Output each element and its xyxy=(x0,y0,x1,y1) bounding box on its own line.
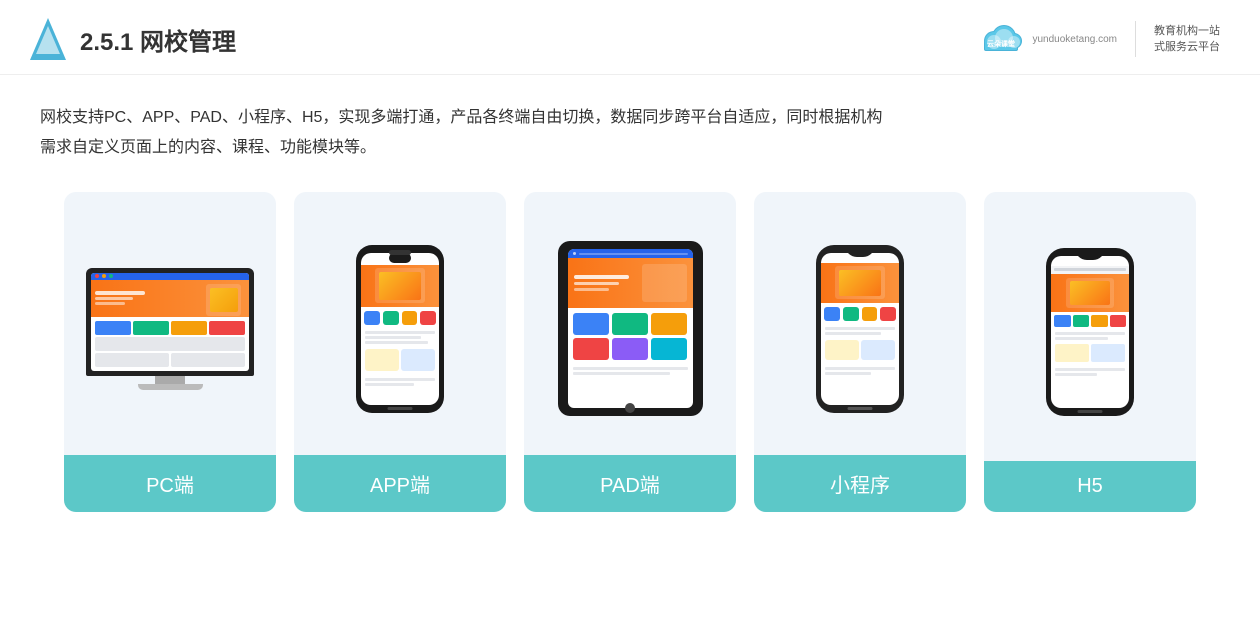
app-label-area: APP端 xyxy=(294,455,506,512)
platform-card-miniapp: 小程序 xyxy=(754,192,966,512)
brand-logo: 云朵课堂 yunduoketang.com xyxy=(976,19,1117,59)
brand-tagline: 教育机构一站 式服务云平台 xyxy=(1154,23,1220,56)
platform-card-app: APP端 xyxy=(294,192,506,512)
platform-card-h5: H5 xyxy=(984,192,1196,512)
brand-text: yunduoketang.com xyxy=(1032,33,1117,46)
header-left: 2.5.1 网校管理 xyxy=(30,18,236,60)
header: 2.5.1 网校管理 xyxy=(0,0,1260,75)
miniapp-image-area xyxy=(754,192,966,455)
svg-text:云朵课堂: 云朵课堂 xyxy=(987,39,1015,48)
page-title: 2.5.1 网校管理 xyxy=(80,22,236,57)
miniapp-label-area: 小程序 xyxy=(754,455,966,512)
h5-label-area: H5 xyxy=(984,461,1196,512)
h5-image-area xyxy=(984,192,1196,461)
description-section: 网校支持PC、APP、PAD、小程序、H5，实现多端打通，产品各终端自由切换，数… xyxy=(0,75,1260,182)
pad-image-area xyxy=(524,192,736,455)
platform-card-pad: PAD端 xyxy=(524,192,736,512)
brand-divider xyxy=(1135,21,1136,57)
logo-icon xyxy=(30,18,66,60)
pc-label-area: PC端 xyxy=(64,455,276,512)
page-container: 2.5.1 网校管理 xyxy=(0,0,1260,630)
pad-label-area: PAD端 xyxy=(524,455,736,512)
description-text: 网校支持PC、APP、PAD、小程序、H5，实现多端打通，产品各终端自由切换，数… xyxy=(40,103,1220,162)
header-right: 云朵课堂 yunduoketang.com 教育机构一站 式服务云平台 xyxy=(976,19,1220,59)
cloud-brand-icon: 云朵课堂 xyxy=(976,19,1026,59)
app-image-area xyxy=(294,192,506,455)
cards-section: PC端 xyxy=(0,182,1260,532)
pc-image-area xyxy=(64,192,276,455)
platform-card-pc: PC端 xyxy=(64,192,276,512)
